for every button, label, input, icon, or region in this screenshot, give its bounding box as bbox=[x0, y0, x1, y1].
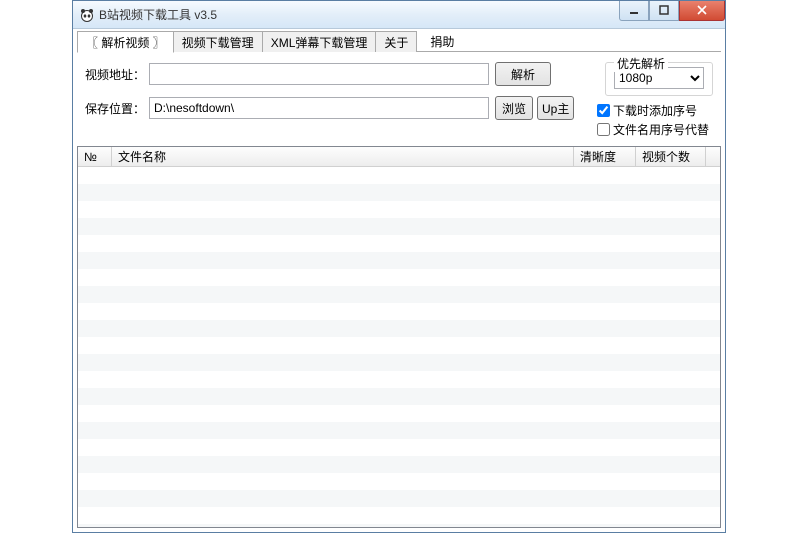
tab-label: XML弹幕下载管理 bbox=[271, 36, 368, 50]
col-filename[interactable]: 文件名称 bbox=[112, 147, 574, 166]
parse-button[interactable]: 解析 bbox=[495, 62, 551, 86]
col-number-label: № bbox=[84, 150, 97, 164]
browse-button[interactable]: 浏览 bbox=[495, 96, 533, 120]
tab-label: 〖 解析视频 〗 bbox=[86, 36, 165, 50]
donate-label: 捐助 bbox=[430, 35, 454, 49]
tab-parse-video[interactable]: 〖 解析视频 〗 bbox=[77, 31, 174, 53]
form-area: 视频地址： 解析 保存位置： 浏览 Up主 bbox=[77, 52, 721, 146]
col-clarity[interactable]: 清晰度 bbox=[574, 147, 636, 166]
parse-label: 解析 bbox=[511, 68, 535, 82]
url-label: 视频地址： bbox=[85, 66, 149, 83]
col-spacer bbox=[706, 147, 720, 166]
table-header: № 文件名称 清晰度 视频个数 bbox=[78, 147, 720, 167]
video-url-input[interactable] bbox=[149, 63, 489, 85]
window-title: B站视频下载工具 v3.5 bbox=[99, 6, 217, 23]
col-clarity-label: 清晰度 bbox=[580, 148, 616, 165]
table-body[interactable] bbox=[78, 167, 720, 527]
tabstrip: 〖 解析视频 〗 视频下载管理 XML弹幕下载管理 关于 捐助 bbox=[77, 31, 721, 52]
app-icon bbox=[79, 7, 95, 23]
col-filename-label: 文件名称 bbox=[118, 148, 166, 165]
tab-label: 关于 bbox=[384, 36, 408, 50]
add-seq-checkbox[interactable] bbox=[597, 104, 610, 117]
window-controls bbox=[619, 1, 725, 21]
col-count-label: 视频个数 bbox=[642, 148, 690, 165]
up-owner-button[interactable]: Up主 bbox=[537, 96, 574, 120]
up-label: Up主 bbox=[542, 102, 569, 116]
priority-group: 优先解析 1080p bbox=[605, 62, 713, 96]
col-number[interactable]: № bbox=[78, 147, 112, 166]
donate-button[interactable]: 捐助 bbox=[416, 31, 468, 52]
use-seq-name-label: 文件名用序号代替 bbox=[613, 121, 709, 138]
tab-download-manage[interactable]: 视频下载管理 bbox=[173, 31, 263, 52]
browse-label: 浏览 bbox=[502, 102, 526, 116]
tab-label: 视频下载管理 bbox=[182, 36, 254, 50]
save-path-label: 保存位置： bbox=[85, 100, 149, 117]
close-button[interactable] bbox=[679, 1, 725, 21]
save-path-input[interactable] bbox=[149, 97, 489, 119]
priority-legend: 优先解析 bbox=[614, 55, 668, 72]
client-area: 〖 解析视频 〗 视频下载管理 XML弹幕下载管理 关于 捐助 视频地址： 解析… bbox=[73, 29, 725, 532]
right-options: 优先解析 1080p 下载时添加序号 文件名用序号代替 bbox=[597, 62, 713, 140]
maximize-button[interactable] bbox=[649, 1, 679, 21]
tab-about[interactable]: 关于 bbox=[375, 31, 417, 52]
tab-xml-danmu[interactable]: XML弹幕下载管理 bbox=[262, 31, 377, 52]
use-seq-name-checkbox[interactable] bbox=[597, 123, 610, 136]
titlebar[interactable]: B站视频下载工具 v3.5 bbox=[73, 1, 725, 29]
minimize-button[interactable] bbox=[619, 1, 649, 21]
col-count[interactable]: 视频个数 bbox=[636, 147, 706, 166]
add-seq-label: 下载时添加序号 bbox=[613, 102, 697, 119]
file-table: № 文件名称 清晰度 视频个数 bbox=[77, 146, 721, 528]
app-window: B站视频下载工具 v3.5 〖 解析视频 〗 视频下载管理 XML弹幕下载管理 … bbox=[72, 0, 726, 533]
